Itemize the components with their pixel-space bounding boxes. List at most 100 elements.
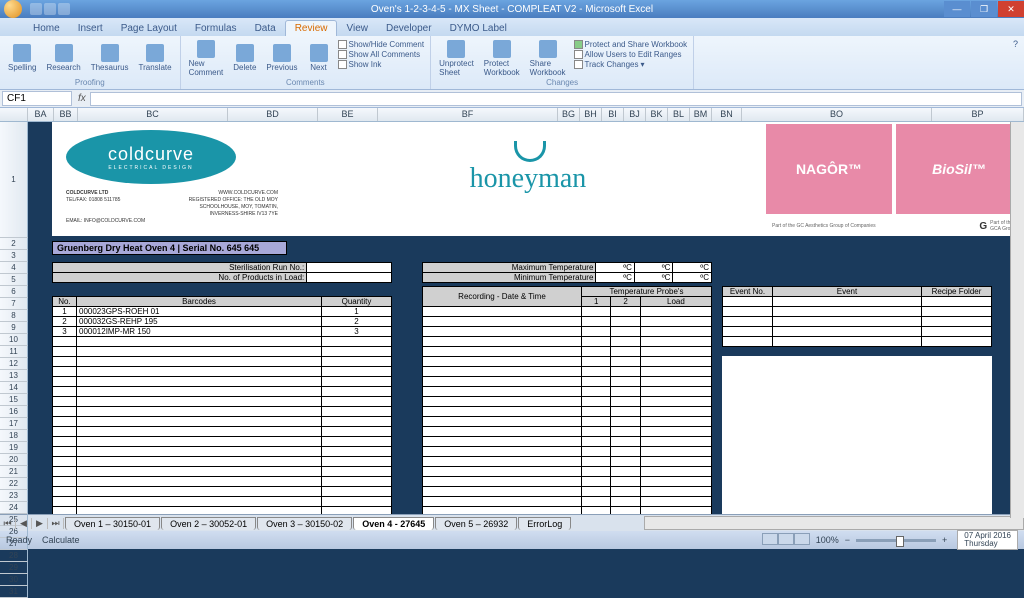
tab-data[interactable]: Data [246,21,285,36]
maximize-button[interactable]: ❐ [971,1,997,17]
qat-undo-icon[interactable] [44,3,56,15]
unprotect-sheet-button[interactable]: Unprotect Sheet [435,38,478,78]
horizontal-scrollbar[interactable] [644,516,1024,530]
zoom-label[interactable]: 100% [816,535,839,545]
th-recipe: Recipe Folder [922,287,992,297]
col-bp[interactable]: BP [932,108,1024,121]
worksheet[interactable]: coldcurve ELECTRICAL DESIGN COLDCURVE LT… [28,122,1024,514]
sheet-tab-oven2[interactable]: Oven 2 – 30052-01 [161,517,256,530]
sheet-tab-oven3[interactable]: Oven 3 – 30150-02 [257,517,352,530]
research-button[interactable]: Research [42,38,84,78]
group-proofing-label: Proofing [4,78,176,87]
coldcurve-info: COLDCURVE LTDWWW.COLDCURVE.COM TEL/FAX: … [66,190,278,225]
close-button[interactable]: ✕ [998,1,1024,17]
table-row: 3000012IMP-MR 1503 [53,327,392,337]
biosil-logo: BioSil™ [896,124,1022,214]
col-be[interactable]: BE [318,108,378,121]
col-bm[interactable]: BM [690,108,712,121]
sheet-nav-prev[interactable]: ◀ [16,518,32,529]
col-bb[interactable]: BB [54,108,78,121]
translate-button[interactable]: Translate [135,38,176,78]
tab-home[interactable]: Home [24,21,69,36]
protect-workbook-button[interactable]: Protect Workbook [480,38,524,78]
th-qty: Quantity [322,297,392,307]
sheet-tab-errorlog[interactable]: ErrorLog [518,517,571,530]
name-box[interactable]: CF1 [2,91,72,106]
tab-view[interactable]: View [337,21,377,36]
office-button[interactable] [4,0,22,18]
right-blank-panel [722,356,992,514]
col-bl[interactable]: BL [668,108,690,121]
zoom-slider[interactable] [856,539,936,542]
formula-input[interactable] [90,92,1022,106]
th-probes: Temperature Probe's [581,287,711,297]
showall-comments[interactable]: Show All Comments [338,50,425,59]
ribbon: Spelling Research Thesaurus Translate Pr… [0,36,1024,90]
thesaurus-button[interactable]: Thesaurus [87,38,133,78]
oven-title-box: Gruenberg Dry Heat Oven 4 | Serial No. 6… [52,241,287,255]
col-bf[interactable]: BF [378,108,558,121]
protect-share-workbook[interactable]: Protect and Share Workbook [574,40,688,49]
row-2[interactable]: 2 [0,238,28,250]
qat-save-icon[interactable] [30,3,42,15]
col-bc[interactable]: BC [78,108,228,121]
formula-bar: CF1 fx [0,90,1024,108]
spelling-button[interactable]: Spelling [4,38,40,78]
tab-pagelayout[interactable]: Page Layout [112,21,186,36]
col-bh[interactable]: BH [580,108,602,121]
status-date: 07 April 2016Thursday [957,530,1018,550]
tab-formulas[interactable]: Formulas [186,21,246,36]
show-ink[interactable]: Show Ink [338,60,425,69]
previous-comment-button[interactable]: Previous [262,38,301,78]
zoom-out-icon[interactable]: − [845,535,850,545]
group-comments-label: Comments [185,78,427,87]
col-bn[interactable]: BN [712,108,742,121]
sheet-tab-oven5[interactable]: Oven 5 – 26932 [435,517,517,530]
th-event: Event [773,287,922,297]
ster-run-label: Sterilisation Run No.: [53,263,307,273]
minimize-button[interactable]: — [944,1,970,17]
max-temp-label: Maximum Temperature [423,263,596,273]
vertical-scrollbar[interactable] [1010,122,1024,518]
prod-load-value[interactable] [307,273,392,283]
ribbon-tabs: Home Insert Page Layout Formulas Data Re… [0,18,1024,36]
col-bo[interactable]: BO [742,108,932,121]
col-bk[interactable]: BK [646,108,668,121]
qat-redo-icon[interactable] [58,3,70,15]
sheet-nav-first[interactable]: ⏮ [0,518,16,529]
new-comment-button[interactable]: New Comment [185,38,228,78]
sheet-nav-last[interactable]: ⏭ [48,518,64,529]
sheet-tab-oven1[interactable]: Oven 1 – 30150-01 [65,517,160,530]
row-1[interactable]: 1 [0,122,28,238]
tab-review[interactable]: Review [285,20,338,36]
header-logo-panel: coldcurve ELECTRICAL DESIGN COLDCURVE LT… [52,122,1024,236]
tab-insert[interactable]: Insert [69,21,112,36]
status-bar: Ready Calculate 100% − + 07 April 2016Th… [0,531,1024,549]
select-all-corner[interactable] [0,108,28,121]
sheet-nav-next[interactable]: ▶ [32,518,48,529]
tab-developer[interactable]: Developer [377,21,441,36]
status-calculate: Calculate [42,535,80,545]
col-ba[interactable]: BA [28,108,54,121]
status-ready: Ready [6,535,32,545]
showhide-comment[interactable]: Show/Hide Comment [338,40,425,49]
tab-dymo[interactable]: DYMO Label [441,21,516,36]
help-icon[interactable]: ? [1007,36,1024,89]
track-changes[interactable]: Track Changes ▾ [574,60,688,69]
allow-edit-ranges[interactable]: Allow Users to Edit Ranges [574,50,688,59]
coldcurve-logo: coldcurve ELECTRICAL DESIGN [66,130,236,184]
delete-comment-button[interactable]: Delete [229,38,260,78]
col-bg[interactable]: BG [558,108,580,121]
view-buttons[interactable] [762,533,810,547]
titlebar: Oven's 1-2-3-4-5 - MX Sheet - COMPLEAT V… [0,0,1024,18]
share-workbook-button[interactable]: Share Workbook [526,38,570,78]
col-bj[interactable]: BJ [624,108,646,121]
ster-run-value[interactable] [307,263,392,273]
next-comment-button[interactable]: Next [304,38,334,78]
col-bd[interactable]: BD [228,108,318,121]
quick-access-toolbar [30,3,70,15]
fx-icon[interactable]: fx [74,93,90,104]
zoom-in-icon[interactable]: + [942,535,947,545]
sheet-tab-oven4[interactable]: Oven 4 - 27645 [353,517,434,530]
col-bi[interactable]: BI [602,108,624,121]
